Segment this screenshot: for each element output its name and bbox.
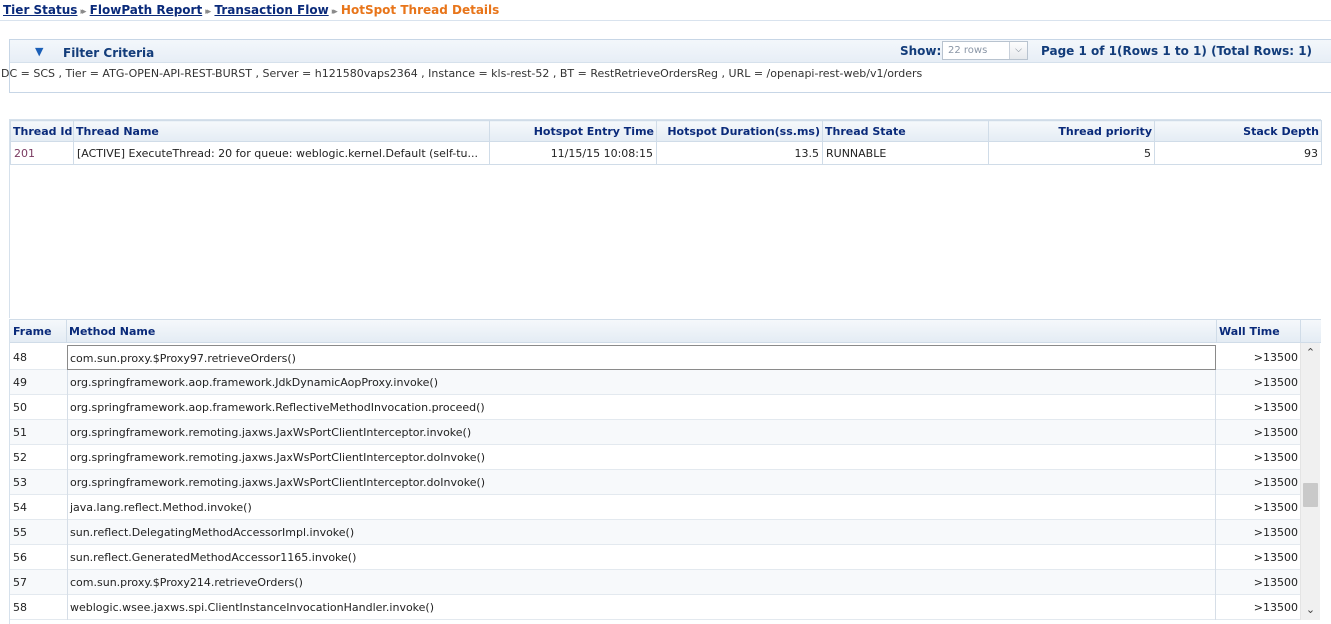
method-name[interactable]: org.springframework.remoting.jaxws.JaxWs… (67, 445, 1216, 470)
stack-trace-scrollbar[interactable]: ⌃ ⌄ (1300, 343, 1320, 620)
scrollbar-thumb[interactable] (1303, 483, 1318, 507)
thread-name-cell: [ACTIVE] ExecuteThread: 20 for queue: we… (73, 141, 490, 165)
column-header-thread-id[interactable]: Thread Id (10, 120, 74, 142)
column-header-stack-depth[interactable]: Stack Depth (1154, 120, 1322, 142)
method-name[interactable]: org.springframework.remoting.jaxws.JaxWs… (67, 470, 1216, 495)
column-divider (1300, 320, 1301, 342)
column-header-frame[interactable]: Frame (13, 325, 52, 338)
stack-trace-panel: Frame Method Name Wall Time 48 com.sun.p… (9, 319, 1321, 624)
entry-time-cell: 11/15/15 10:08:15 (489, 141, 657, 165)
frame-number: 56 (13, 551, 27, 564)
column-header-method-name[interactable]: Method Name (69, 325, 155, 338)
frame-number: 55 (13, 526, 27, 539)
table-row[interactable]: 53 org.springframework.remoting.jaxws.Ja… (10, 470, 1301, 495)
table-row[interactable]: 54 java.lang.reflect.Method.invoke() >13… (10, 495, 1301, 520)
table-row[interactable]: 48 com.sun.proxy.$Proxy97.retrieveOrders… (10, 345, 1301, 370)
wall-time: >13500 (1253, 451, 1298, 464)
breadcrumb-separator-icon: ▸▸ (205, 7, 211, 17)
breadcrumb-flowpath-report-link[interactable]: FlowPath Report (90, 3, 203, 17)
method-name[interactable]: org.springframework.remoting.jaxws.JaxWs… (67, 420, 1216, 445)
frame-number: 52 (13, 451, 27, 464)
method-name[interactable]: com.sun.proxy.$Proxy214.retrieveOrders() (67, 570, 1216, 595)
wall-time: >13500 (1253, 551, 1298, 564)
wall-time: >13500 (1253, 601, 1298, 614)
wall-time: >13500 (1253, 401, 1298, 414)
column-header-wall-time[interactable]: Wall Time (1219, 325, 1280, 338)
breadcrumb-separator-icon: ▸▸ (80, 7, 86, 17)
stack-depth-cell: 93 (1154, 141, 1322, 165)
duration-cell: 13.5 (656, 141, 823, 165)
wall-time: >13500 (1253, 426, 1298, 439)
thread-details-panel: Thread Id Thread Name Hotspot Entry Time… (9, 119, 1322, 318)
column-divider (66, 320, 67, 342)
rows-per-page-value: 22 rows (948, 45, 988, 56)
frame-number: 58 (13, 601, 27, 614)
column-header-thread-name[interactable]: Thread Name (73, 120, 490, 142)
chevron-down-icon[interactable]: ⌵ (1009, 42, 1027, 59)
frame-number: 57 (13, 576, 27, 589)
frame-number: 48 (13, 351, 27, 364)
column-header-thread-state[interactable]: Thread State (822, 120, 989, 142)
method-name[interactable]: weblogic.wsee.jaxws.spi.ClientInstanceIn… (67, 595, 1216, 620)
breadcrumb-current-page: HotSpot Thread Details (340, 3, 500, 17)
frame-number: 54 (13, 501, 27, 514)
stack-trace-rows: 48 com.sun.proxy.$Proxy97.retrieveOrders… (10, 345, 1301, 620)
column-header-entry-time[interactable]: Hotspot Entry Time (489, 120, 657, 142)
column-header-duration[interactable]: Hotspot Duration(ss.ms) (656, 120, 823, 142)
breadcrumb-separator-icon: ▸▸ (331, 7, 338, 17)
scroll-down-icon[interactable]: ⌄ (1301, 602, 1320, 618)
column-header-thread-priority[interactable]: Thread priority (988, 120, 1155, 142)
table-row[interactable]: 201 [ACTIVE] ExecuteThread: 20 for queue… (10, 141, 1322, 165)
table-row[interactable]: 52 org.springframework.remoting.jaxws.Ja… (10, 445, 1301, 470)
table-row[interactable]: 58 weblogic.wsee.jaxws.spi.ClientInstanc… (10, 595, 1301, 620)
wall-time: >13500 (1253, 526, 1298, 539)
thread-table-header-row: Thread Id Thread Name Hotspot Entry Time… (10, 120, 1322, 142)
thread-priority-cell: 5 (988, 141, 1155, 165)
table-row[interactable]: 56 sun.reflect.GeneratedMethodAccessor11… (10, 545, 1301, 570)
method-name[interactable]: org.springframework.aop.framework.JdkDyn… (67, 370, 1216, 395)
filter-criteria-title: Filter Criteria (63, 46, 155, 60)
method-name[interactable]: sun.reflect.DelegatingMethodAccessorImpl… (67, 520, 1216, 545)
filter-criteria-header: ▼ Filter Criteria Show: 22 rows ⌵ Page 1… (10, 40, 1331, 63)
filter-criteria-panel: ▼ Filter Criteria Show: 22 rows ⌵ Page 1… (1, 39, 1331, 93)
column-divider (1216, 320, 1217, 342)
method-name[interactable]: com.sun.proxy.$Proxy97.retrieveOrders() (67, 345, 1216, 370)
table-row[interactable]: 57 com.sun.proxy.$Proxy214.retrieveOrder… (10, 570, 1301, 595)
breadcrumb-tier-status-link[interactable]: Tier Status (3, 3, 77, 17)
table-row[interactable]: 55 sun.reflect.DelegatingMethodAccessorI… (10, 520, 1301, 545)
collapse-toggle-icon[interactable]: ▼ (35, 45, 43, 58)
breadcrumb: Tier Status ▸▸ FlowPath Report ▸▸ Transact… (0, 0, 1331, 21)
wall-time: >13500 (1253, 501, 1298, 514)
method-name[interactable]: org.springframework.aop.framework.Reflec… (67, 395, 1216, 420)
wall-time: >13500 (1253, 476, 1298, 489)
filter-criteria-text: DC = SCS , Tier = ATG-OPEN-API-REST-BURS… (1, 67, 923, 80)
breadcrumb-transaction-flow-link[interactable]: Transaction Flow (214, 3, 328, 17)
thread-id-link[interactable]: 201 (10, 141, 74, 165)
show-rows-label: Show: (900, 44, 942, 58)
wall-time: >13500 (1253, 376, 1298, 389)
method-name[interactable]: sun.reflect.GeneratedMethodAccessor1165.… (67, 545, 1216, 570)
frame-number: 53 (13, 476, 27, 489)
frame-number: 49 (13, 376, 27, 389)
rows-per-page-select[interactable]: 22 rows ⌵ (942, 41, 1028, 60)
frame-number: 51 (13, 426, 27, 439)
wall-time: >13500 (1253, 576, 1298, 589)
thread-state-cell: RUNNABLE (822, 141, 989, 165)
wall-time: >13500 (1253, 351, 1298, 364)
pagination-info: Page 1 of 1(Rows 1 to 1) (Total Rows: 1) (1041, 44, 1313, 58)
table-row[interactable]: 49 org.springframework.aop.framework.Jdk… (10, 370, 1301, 395)
frame-number: 50 (13, 401, 27, 414)
table-row[interactable]: 50 org.springframework.aop.framework.Ref… (10, 395, 1301, 420)
table-row[interactable]: 51 org.springframework.remoting.jaxws.Ja… (10, 420, 1301, 445)
stack-trace-header-row: Frame Method Name Wall Time (10, 319, 1321, 343)
scroll-up-icon[interactable]: ⌃ (1301, 345, 1320, 361)
thread-details-table: Thread Id Thread Name Hotspot Entry Time… (10, 120, 1322, 165)
method-name[interactable]: java.lang.reflect.Method.invoke() (67, 495, 1216, 520)
